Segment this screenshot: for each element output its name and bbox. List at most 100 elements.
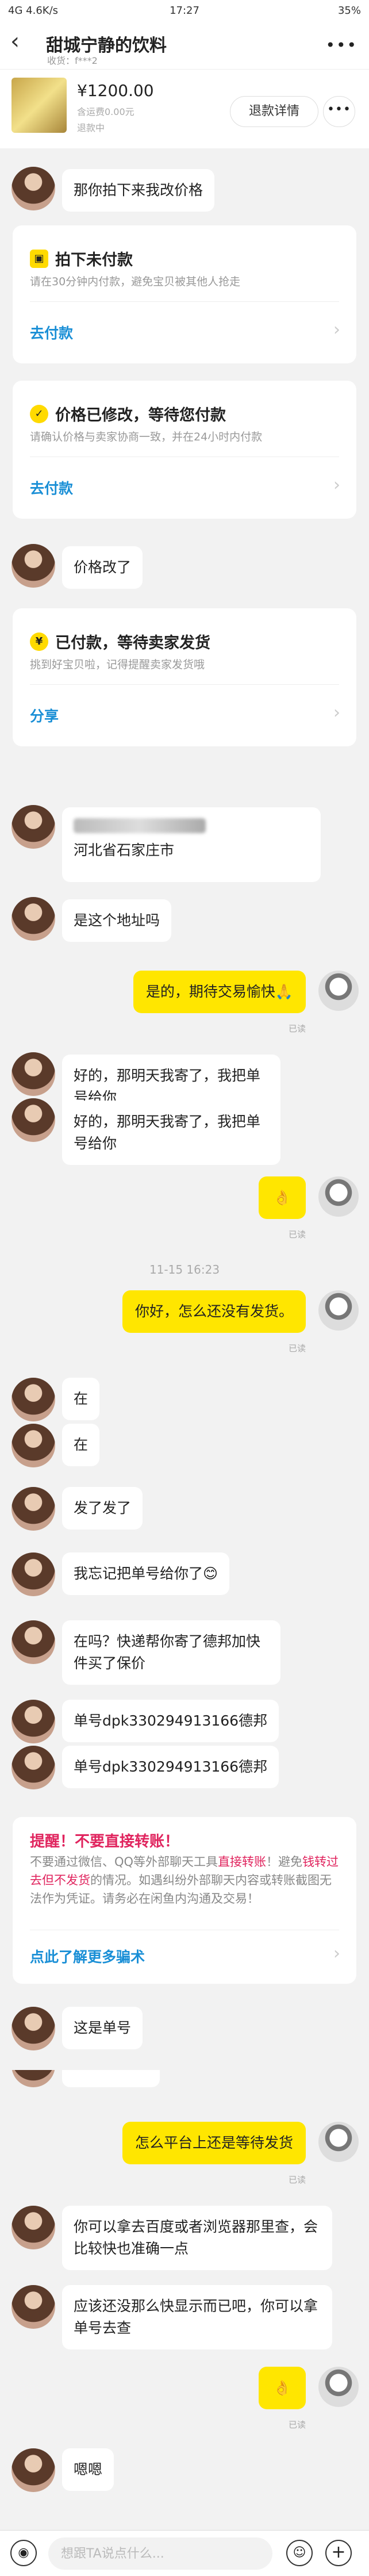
my-avatar[interactable]: [318, 1176, 359, 1217]
message-bubble: 单号dpk330294913166德邦: [62, 1746, 279, 1788]
message-bubble: 好的，那明天我寄了，我把单号给你: [62, 1101, 280, 1165]
plus-icon[interactable]: +: [325, 2540, 352, 2566]
message-bubble: 在吗？快递帮你寄了德邦加快件买了保价: [62, 1620, 280, 1685]
chat-header: ‹ 甜城宁静的饮料 收货：f***2 •••: [0, 21, 369, 69]
card-title: 价格已修改，等待您付款: [55, 407, 226, 424]
back-icon[interactable]: ‹: [10, 30, 28, 53]
product-summary: ¥1200.00 含运费0.00元 退款中 退款详情 •••: [0, 69, 369, 148]
seller-avatar[interactable]: [11, 544, 55, 588]
card-title: 已付款，等待卖家发货: [55, 634, 210, 652]
warning-text: 不要通过微信、QQ等外部聊天工具: [30, 1855, 218, 1869]
message-bubble: 那你拍下来我改价格: [62, 169, 215, 212]
message-input[interactable]: [48, 2537, 272, 2570]
refund-details-button[interactable]: 退款详情: [230, 96, 318, 127]
seller-avatar[interactable]: [11, 1378, 55, 1421]
card-description: 挑到好宝贝啦，记得提醒卖家发货哦: [30, 658, 205, 671]
emoji-icon[interactable]: ☺: [286, 2540, 313, 2566]
read-receipt: 已读: [288, 2175, 306, 2185]
message-bubble: 发了发了: [62, 1487, 143, 1529]
warning-body: 不要通过微信、QQ等外部聊天工具直接转账！避免钱转过去但不发货的情况。如遇纠纷外…: [30, 1853, 343, 1908]
time-divider: 11-15 16:23: [149, 1263, 220, 1276]
seller-avatar[interactable]: [11, 2007, 55, 2050]
order-card-paid: ¥ 已付款，等待卖家发货 挑到好宝贝啦，记得提醒卖家发货哦 分享 ›: [13, 608, 356, 746]
chevron-right-icon[interactable]: ›: [333, 475, 340, 495]
seller-avatar[interactable]: [11, 2285, 55, 2329]
seller-avatar[interactable]: [11, 1620, 55, 1664]
message-bubble: 你可以拿去百度或者浏览器那里查，会比较快也准确一点: [62, 2206, 332, 2270]
share-link[interactable]: 分享: [30, 705, 59, 726]
voice-icon[interactable]: ◉: [10, 2540, 37, 2566]
product-shipping: 含运费0.00元: [77, 106, 134, 117]
seller-avatar[interactable]: [11, 1552, 55, 1596]
seller-avatar[interactable]: [11, 2070, 55, 2087]
message-bubble: 单号dpk330294913166德邦: [62, 1700, 279, 1742]
more-options-icon[interactable]: •••: [325, 36, 358, 55]
refund-status: 退款中: [77, 122, 105, 133]
address-text: 河北省石家庄市: [74, 842, 175, 858]
my-avatar[interactable]: [318, 2367, 359, 2407]
read-receipt: 已读: [288, 2420, 306, 2430]
seller-avatar[interactable]: [11, 1746, 55, 1789]
product-thumbnail[interactable]: [11, 78, 67, 133]
seller-avatar[interactable]: [11, 2206, 55, 2249]
read-receipt: 已读: [288, 1343, 306, 1354]
card-description: 请确认价格与卖家协商一致，并在24小时内付款: [30, 431, 263, 443]
image-message-partial: [0, 2070, 369, 2087]
chevron-right-icon[interactable]: ›: [333, 703, 340, 723]
seller-avatar[interactable]: [11, 167, 55, 210]
seller-avatar[interactable]: [11, 805, 55, 849]
my-avatar[interactable]: [318, 2122, 359, 2162]
image-message-bubble[interactable]: [62, 2070, 160, 2087]
read-receipt: 已读: [288, 1229, 306, 1240]
warning-highlight: 直接转账: [218, 1855, 267, 1869]
seller-avatar[interactable]: [11, 1700, 55, 1743]
my-message-bubble: 你好，怎么还没有发货。: [122, 1290, 306, 1333]
order-card-unpaid: ▣ 拍下未付款 请在30分钟内付款，避免宝贝被其他人抢走 去付款 ›: [13, 225, 356, 363]
page-subtitle: 收货：f***2: [47, 55, 98, 66]
learn-more-scams-link[interactable]: 点此了解更多骗术: [30, 1946, 145, 1966]
message-bubble: 在: [62, 1378, 100, 1420]
seller-avatar[interactable]: [11, 897, 55, 941]
message-bubble: 应该还没那么快显示而已吧，你可以拿单号去查: [62, 2285, 332, 2349]
card-description: 请在30分钟内付款，避免宝贝被其他人抢走: [30, 275, 241, 288]
card-divider: [30, 301, 339, 302]
read-receipt: 已读: [288, 1023, 306, 1034]
status-time: 17:27: [170, 5, 199, 17]
message-bubble: 嗯嗯: [62, 2448, 114, 2491]
chevron-right-icon[interactable]: ›: [333, 320, 340, 340]
chat-input-bar: ◉ ☺ +: [0, 2530, 369, 2576]
seller-avatar[interactable]: [11, 1052, 55, 1096]
my-message-bubble: 是的，期待交易愉快🙏: [133, 971, 306, 1013]
pay-link[interactable]: 去付款: [30, 322, 73, 343]
address-message-bubble: 河北省石家庄市: [62, 807, 321, 882]
message-bubble: 在: [62, 1424, 100, 1466]
my-avatar[interactable]: [318, 971, 359, 1011]
card-title: 拍下未付款: [55, 251, 133, 269]
seller-avatar[interactable]: [11, 2448, 55, 2492]
card-divider: [30, 684, 339, 685]
yen-icon: ¥: [30, 632, 48, 651]
seller-avatar[interactable]: [11, 1424, 55, 1467]
message-bubble: 我忘记把单号给你了😊: [62, 1552, 230, 1595]
status-bar: 4G 4.6K/s 17:27 35%: [0, 0, 369, 21]
my-message-bubble: 👌: [259, 2367, 306, 2409]
my-message-bubble: 怎么平台上还是等待发货: [122, 2122, 306, 2164]
warning-text: ！避免: [266, 1855, 303, 1869]
pay-link[interactable]: 去付款: [30, 477, 73, 498]
check-icon: ✓: [30, 405, 48, 423]
message-bubble: 价格改了: [62, 546, 143, 589]
redacted-text: [74, 818, 206, 833]
status-battery: 35%: [337, 5, 361, 17]
my-avatar[interactable]: [318, 1290, 359, 1331]
message-bubble: 这是单号: [62, 2007, 143, 2049]
seller-avatar[interactable]: [11, 1487, 55, 1531]
order-icon: ▣: [30, 250, 48, 268]
message-bubble: 是这个地址吗: [62, 899, 172, 942]
product-more-button[interactable]: •••: [323, 96, 355, 127]
anti-fraud-warning-card: 提醒！不要直接转账！ 不要通过微信、QQ等外部聊天工具直接转账！避免钱转过去但不…: [13, 1817, 356, 1984]
order-card-price-changed: ✓ 价格已修改，等待您付款 请确认价格与卖家协商一致，并在24小时内付款 去付款…: [13, 381, 356, 519]
chevron-right-icon[interactable]: ›: [333, 1943, 340, 1964]
seller-avatar[interactable]: [11, 1098, 55, 1142]
my-message-bubble: 👌: [259, 1176, 306, 1219]
product-price: ¥1200.00: [77, 81, 154, 100]
